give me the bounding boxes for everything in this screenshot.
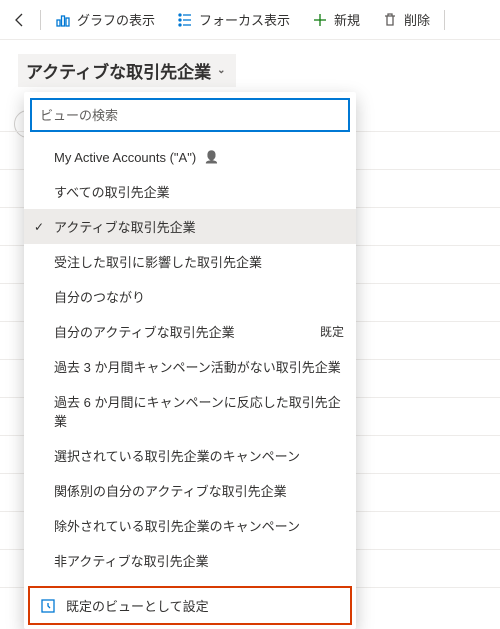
focus-view-label: フォーカス表示 <box>199 10 290 29</box>
view-item[interactable]: 関係別の自分のアクティブな取引先企業 <box>24 473 356 508</box>
focus-view-button[interactable]: フォーカス表示 <box>167 4 300 35</box>
check-icon: ✓ <box>34 220 44 234</box>
command-bar: グラフの表示 フォーカス表示 新規 削除 <box>0 0 500 40</box>
trash-icon <box>382 12 398 28</box>
view-item-label: My Active Accounts ("A") <box>54 150 196 165</box>
view-item[interactable]: すべての取引先企業 <box>24 174 356 209</box>
view-item-label: 除外されている取引先企業のキャンペーン <box>54 516 300 535</box>
set-default-view-button[interactable]: 既定のビューとして設定 <box>28 586 352 625</box>
view-item[interactable]: 過去 6 か月間にキャンペーンに反応した取引先企業 <box>24 384 356 438</box>
delete-label: 削除 <box>404 10 430 29</box>
new-button[interactable]: 新規 <box>302 4 370 35</box>
chevron-down-icon: ⌄ <box>217 65 225 76</box>
view-item[interactable]: My Active Accounts ("A") 👤 <box>24 140 356 174</box>
focus-icon <box>177 12 193 28</box>
show-chart-label: グラフの表示 <box>77 10 155 29</box>
view-item[interactable]: 受注した取引に影響した取引先企業 <box>24 244 356 279</box>
view-item-label: 過去 3 か月間キャンペーン活動がない取引先企業 <box>54 357 341 376</box>
view-item-label: 過去 6 か月間にキャンペーンに反応した取引先企業 <box>54 392 344 430</box>
show-chart-button[interactable]: グラフの表示 <box>45 4 165 35</box>
view-item-label: 関係別の自分のアクティブな取引先企業 <box>54 481 287 500</box>
view-item[interactable]: ✓ アクティブな取引先企業 <box>24 209 356 244</box>
delete-button[interactable]: 削除 <box>372 4 440 35</box>
back-button[interactable] <box>4 6 36 34</box>
view-item[interactable]: 自分のアクティブな取引先企業 既定 <box>24 314 356 349</box>
view-item-label: 自分のつながり <box>54 287 145 306</box>
default-badge: 既定 <box>320 323 344 340</box>
plus-icon <box>312 12 328 28</box>
view-item-label: 自分のアクティブな取引先企業 <box>54 322 235 341</box>
set-default-label: 既定のビューとして設定 <box>66 596 209 615</box>
back-arrow-icon <box>12 12 28 28</box>
view-item-label: すべての取引先企業 <box>54 182 170 201</box>
pin-default-icon <box>40 598 56 614</box>
view-item-label: アクティブな取引先企業 <box>54 217 196 236</box>
toolbar-divider <box>40 10 41 30</box>
view-item[interactable]: 自分のつながり <box>24 279 356 314</box>
view-item-label: 非アクティブな取引先企業 <box>54 551 209 570</box>
view-title-text: アクティブな取引先企業 <box>26 58 211 83</box>
view-dropdown: My Active Accounts ("A") 👤 すべての取引先企業 ✓ アクティブ… <box>24 92 356 629</box>
person-icon: 👤 <box>204 150 219 164</box>
view-search-box[interactable] <box>30 98 350 132</box>
view-item[interactable]: 除外されている取引先企業のキャンペーン <box>24 508 356 543</box>
view-header: アクティブな取引先企業 ⌄ <box>0 40 500 93</box>
toolbar-divider <box>444 10 445 30</box>
view-search-input[interactable] <box>40 108 340 123</box>
view-item[interactable]: 過去 3 か月間キャンペーン活動がない取引先企業 <box>24 349 356 384</box>
view-item-label: 選択されている取引先企業のキャンペーン <box>54 446 300 465</box>
chart-icon <box>55 12 71 28</box>
view-list: My Active Accounts ("A") 👤 すべての取引先企業 ✓ アクティブ… <box>24 136 356 582</box>
view-item-label: 受注した取引に影響した取引先企業 <box>54 252 262 271</box>
view-item[interactable]: 非アクティブな取引先企業 <box>24 543 356 578</box>
view-selector[interactable]: アクティブな取引先企業 ⌄ <box>18 54 236 87</box>
view-item[interactable]: 選択されている取引先企業のキャンペーン <box>24 438 356 473</box>
new-label: 新規 <box>334 10 360 29</box>
